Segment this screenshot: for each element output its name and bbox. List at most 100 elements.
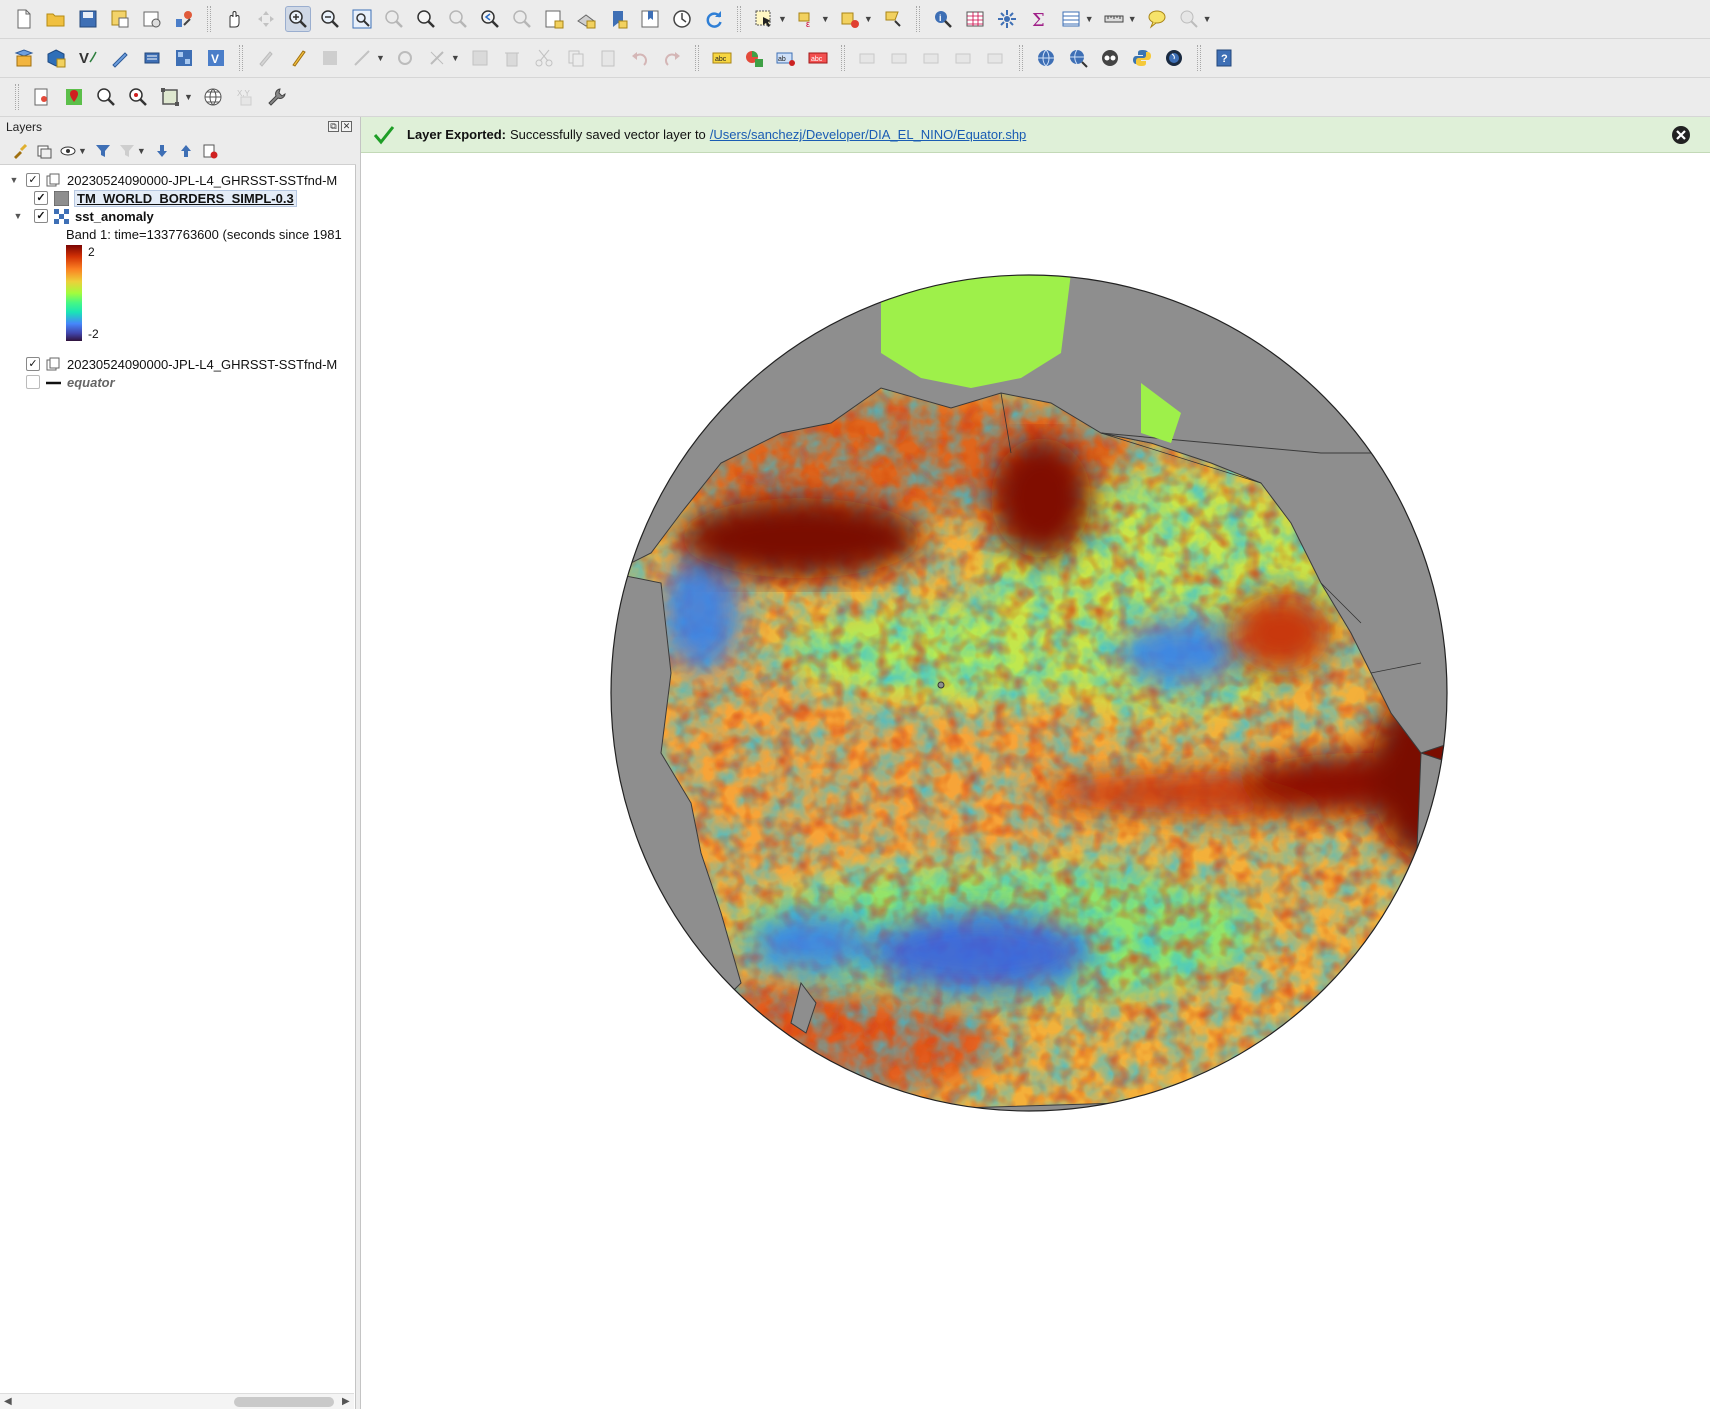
diagram-tool-icon[interactable] [741, 45, 767, 71]
manage-visibility-icon[interactable] [58, 141, 78, 161]
label-tool-icon[interactable]: abc [709, 45, 735, 71]
toggle-editing-icon[interactable] [285, 45, 311, 71]
modify-dropdown-chevron-icon[interactable]: ▼ [451, 53, 460, 63]
deselect-icon[interactable] [837, 6, 863, 32]
zoom-last-icon[interactable] [477, 6, 503, 32]
exported-file-link[interactable]: /Users/sanchezj/Developer/DIA_EL_NINO/Eq… [710, 127, 1027, 142]
layer-visibility-checkbox[interactable]: ✓ [34, 191, 48, 205]
layer-visibility-checkbox[interactable] [26, 375, 40, 389]
layer-tree-item-group-1[interactable]: ▼ ✓ 20230524090000-JPL-L4_GHRSST-SSTfnd-… [8, 171, 338, 189]
new-geopackage-icon[interactable] [43, 45, 69, 71]
measure-icon[interactable] [1101, 6, 1127, 32]
expand-all-icon[interactable] [152, 141, 172, 161]
undo-icon[interactable] [627, 45, 653, 71]
layer-tree-item-group-2[interactable]: ✓ 20230524090000-JPL-L4_GHRSST-SSTfnd-M [20, 355, 337, 373]
close-panel-icon[interactable]: ✕ [341, 121, 352, 132]
measure-dropdown-chevron-icon[interactable]: ▼ [1128, 14, 1137, 24]
map-tips-icon[interactable] [1144, 6, 1170, 32]
open-project-icon[interactable] [43, 6, 69, 32]
locator-icon[interactable] [1176, 6, 1202, 32]
vertex-tool-icon[interactable] [392, 45, 418, 71]
web-globe-search-icon[interactable] [1065, 45, 1091, 71]
field-calculator-icon[interactable] [994, 6, 1020, 32]
new-map-view-icon[interactable] [541, 6, 567, 32]
filter-expression-icon[interactable] [117, 141, 137, 161]
redo-icon[interactable] [659, 45, 685, 71]
style-layer-icon[interactable] [10, 141, 30, 161]
current-edits-icon[interactable] [253, 45, 279, 71]
data-source-manager-icon[interactable] [11, 45, 37, 71]
map-canvas[interactable]: Layer Exported: Successfully saved vecto… [360, 117, 1710, 1409]
open-table-icon[interactable] [1058, 6, 1084, 32]
zoom-to-layer-icon[interactable] [413, 6, 439, 32]
pan-to-selection-icon[interactable] [253, 6, 279, 32]
statistics-icon[interactable]: Σ [1026, 6, 1052, 32]
deselect-dropdown-chevron-icon[interactable]: ▼ [864, 14, 873, 24]
show-hide-labels-icon[interactable] [855, 45, 881, 71]
style-manager-icon[interactable] [171, 6, 197, 32]
new-bookmark-icon[interactable] [605, 6, 631, 32]
zoom-native-icon[interactable] [445, 6, 471, 32]
new-3d-map-view-icon[interactable] [573, 6, 599, 32]
attribute-table-icon[interactable] [962, 6, 988, 32]
pin-tool-icon[interactable] [61, 84, 87, 110]
float-panel-icon[interactable]: ⧉ [328, 121, 339, 132]
save-edits-icon[interactable] [317, 45, 343, 71]
python-console-icon[interactable] [1129, 45, 1155, 71]
pin-labels-icon[interactable]: abc [805, 45, 831, 71]
identify-icon[interactable]: i [930, 6, 956, 32]
help-icon[interactable]: ? [1211, 45, 1237, 71]
remove-layer-icon[interactable] [200, 141, 220, 161]
settings-wrench-icon[interactable] [264, 84, 290, 110]
collapse-all-icon[interactable] [176, 141, 196, 161]
copy-icon[interactable] [563, 45, 589, 71]
add-feature-icon[interactable] [349, 45, 375, 71]
pan-icon[interactable] [221, 6, 247, 32]
zoom-full-icon[interactable] [349, 6, 375, 32]
save-as-icon[interactable] [107, 6, 133, 32]
temporal-controller-icon[interactable] [669, 6, 695, 32]
visibility-dropdown-chevron-icon[interactable]: ▼ [78, 146, 87, 156]
georeferencer-icon[interactable] [29, 84, 55, 110]
new-project-icon[interactable] [11, 6, 37, 32]
zoom-tool-icon[interactable] [93, 84, 119, 110]
layers-horizontal-scrollbar[interactable]: ◀ ▶ [0, 1393, 354, 1409]
add-feature-dropdown-chevron-icon[interactable]: ▼ [376, 53, 385, 63]
label-properties-icon[interactable] [983, 45, 1009, 71]
table-dropdown-chevron-icon[interactable]: ▼ [1085, 14, 1094, 24]
trash-icon[interactable] [499, 45, 525, 71]
select-dropdown-chevron-icon[interactable]: ▼ [778, 14, 787, 24]
collapse-chevron-icon[interactable]: ▼ [12, 211, 24, 221]
print-layout-icon[interactable] [139, 6, 165, 32]
layer-tree-item-sst-anomaly[interactable]: ▼ ✓ sst_anomaly [14, 207, 154, 225]
rotate-label-icon[interactable] [919, 45, 945, 71]
digitize-icon[interactable] [107, 45, 133, 71]
xy-tool-icon[interactable]: X,Y [232, 84, 258, 110]
layer-tree-item-world-borders[interactable]: ✓ TM_WORLD_BORDERS_SIMPL-0.3 [28, 189, 297, 207]
locator-dropdown-chevron-icon[interactable]: ▼ [1203, 14, 1212, 24]
save-project-icon[interactable] [75, 6, 101, 32]
zoom-next-icon[interactable] [509, 6, 535, 32]
qgis-cloud-icon[interactable] [1097, 45, 1123, 71]
modify-attributes-icon[interactable] [424, 45, 450, 71]
extent-tool-icon[interactable] [157, 84, 183, 110]
delete-selected-icon[interactable] [467, 45, 493, 71]
show-bookmarks-icon[interactable] [637, 6, 663, 32]
add-group-icon[interactable] [34, 141, 54, 161]
zoom-out-icon[interactable] [317, 6, 343, 32]
cut-icon[interactable] [531, 45, 557, 71]
close-message-icon[interactable] [1671, 125, 1691, 145]
select-by-location-icon[interactable] [880, 6, 906, 32]
select-features-icon[interactable] [751, 6, 777, 32]
new-virtual-layer-icon[interactable]: V [75, 45, 101, 71]
scroll-left-arrow-icon[interactable]: ◀ [4, 1396, 12, 1407]
collapse-chevron-icon[interactable]: ▼ [8, 175, 20, 185]
zoom-to-selection-icon[interactable] [381, 6, 407, 32]
change-label-icon[interactable] [951, 45, 977, 71]
extent-dropdown-chevron-icon[interactable]: ▼ [184, 92, 193, 102]
new-temporary-layer-icon[interactable] [139, 45, 165, 71]
pan-zoom-icon[interactable] [125, 84, 151, 110]
select-by-value-icon[interactable]: ε [794, 6, 820, 32]
earth-icon[interactable] [1161, 45, 1187, 71]
globe-projection-icon[interactable] [200, 84, 226, 110]
